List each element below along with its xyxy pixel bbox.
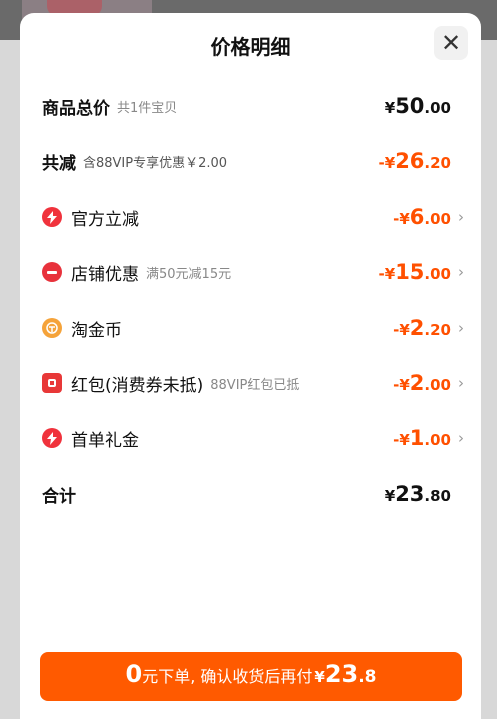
amount: -¥ 6 .00	[393, 205, 451, 229]
amount-int: 1	[409, 426, 425, 450]
amount-currency: -¥	[378, 154, 396, 172]
amount-int: 26	[395, 149, 425, 173]
place-order-button-content: 0 元下单, 确认收货后再付 ¥ 23 .8	[125, 660, 376, 688]
price-detail-sheet: 价格明细 ✕ 商品总价 共1件宝贝 ¥ 50 .00 共减 含88VIP专享优惠…	[20, 13, 481, 719]
chevron-right-icon: ›	[458, 319, 464, 337]
place-order-button[interactable]: 0 元下单, 确认收货后再付 ¥ 23 .8	[40, 652, 462, 701]
shop-coupon-bar	[47, 270, 57, 274]
cta-dec: .8	[358, 667, 377, 687]
row-red-packet[interactable]: 红包(消费券未抵) 88VIP红包已抵 -¥ 2 .00 ›	[42, 368, 467, 398]
row-total-reduce: 共减 含88VIP专享优惠￥2.00 -¥ 26 .20	[42, 146, 467, 176]
close-icon[interactable]: ✕	[434, 26, 468, 60]
row-sub: 88VIP红包已抵	[210, 377, 300, 393]
bolt-icon	[42, 207, 62, 227]
row-label: 共减	[42, 153, 76, 174]
amount-currency: ¥	[384, 487, 396, 505]
amount-int: 6	[409, 205, 425, 229]
row-label: 商品总价	[42, 98, 110, 119]
amount-dec: .00	[424, 210, 451, 228]
amount-dec: .80	[424, 487, 451, 505]
sheet-title: 价格明细	[210, 35, 291, 59]
row-goods-total: 商品总价 共1件宝贝 ¥ 50 .00	[42, 91, 467, 121]
cta-text: 元下单, 确认收货后再付	[142, 667, 313, 686]
row-label: 首单礼金	[71, 430, 139, 451]
coin-icon	[42, 318, 62, 338]
row-label: 淘金币	[71, 320, 122, 341]
amount: -¥ 26 .20	[379, 149, 451, 173]
amount: -¥ 2 .00	[393, 371, 451, 395]
amount-currency: -¥	[378, 265, 396, 283]
amount-int: 50	[395, 94, 425, 118]
amount: -¥ 2 .20	[393, 316, 451, 340]
red-packet-inner	[48, 379, 56, 387]
amount-dec: .20	[424, 321, 451, 339]
amount-int: 2	[409, 371, 425, 395]
amount-dec: .00	[424, 376, 451, 394]
row-sum: 合计 ¥ 23 .80	[42, 479, 467, 509]
amount: -¥ 1 .00	[393, 426, 451, 450]
row-sub: 满50元减15元	[146, 266, 232, 282]
amount-dec: .00	[424, 99, 451, 117]
row-label: 红包(消费券未抵)	[71, 375, 204, 396]
amount-dec: .20	[424, 154, 451, 172]
cta-currency: ¥	[314, 668, 325, 686]
amount-int: 15	[395, 260, 425, 284]
row-official-discount[interactable]: 官方立减 -¥ 6 .00 ›	[42, 202, 467, 232]
row-first-order-gift[interactable]: 首单礼金 -¥ 1 .00 ›	[42, 423, 467, 453]
red-packet-icon	[42, 373, 62, 393]
row-sub: 共1件宝贝	[117, 100, 178, 116]
row-shop-discount[interactable]: 店铺优惠 满50元减15元 -¥ 15 .00 ›	[42, 257, 467, 287]
bolt-icon	[42, 428, 62, 448]
amount-dec: .00	[424, 265, 451, 283]
amount-currency: ¥	[384, 99, 396, 117]
chevron-right-icon: ›	[458, 429, 464, 447]
chevron-right-icon: ›	[458, 263, 464, 281]
amount-currency: -¥	[393, 376, 410, 394]
amount-currency: -¥	[393, 431, 410, 449]
row-label: 合计	[42, 486, 76, 507]
amount-int: 23	[395, 482, 425, 506]
row-taojinbi[interactable]: 淘金币 -¥ 2 .20 ›	[42, 313, 467, 343]
amount-currency: -¥	[393, 321, 410, 339]
amount: ¥ 23 .80	[385, 482, 451, 506]
amount-dec: .00	[424, 431, 451, 449]
amount: ¥ 50 .00	[385, 94, 451, 118]
shop-coupon-icon	[42, 262, 62, 282]
cta-zero: 0	[125, 660, 143, 688]
row-label: 官方立减	[71, 209, 139, 230]
cta-int: 23	[324, 660, 359, 688]
row-label: 店铺优惠	[71, 264, 139, 285]
row-sub: 含88VIP专享优惠￥2.00	[83, 155, 228, 171]
amount-int: 2	[409, 316, 425, 340]
chevron-right-icon: ›	[458, 374, 464, 392]
chevron-right-icon: ›	[458, 208, 464, 226]
amount-currency: -¥	[393, 210, 410, 228]
amount: -¥ 15 .00	[379, 260, 451, 284]
